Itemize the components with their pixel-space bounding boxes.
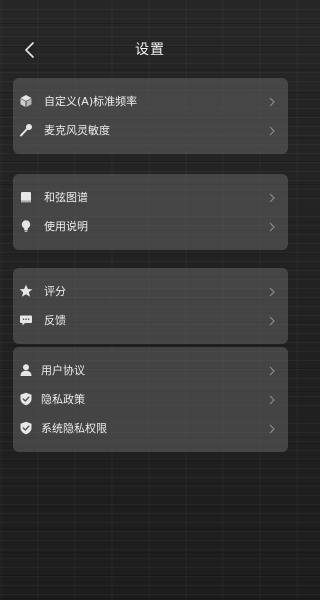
star-icon	[19, 284, 33, 298]
setting-system-privacy-permissions[interactable]: 系统隐私权限	[13, 414, 288, 443]
settings-group-help: 和弦图谱 使用说明	[13, 174, 288, 250]
setting-label: 自定义(A)标准频率	[44, 95, 138, 108]
chevron-right-icon	[268, 96, 276, 107]
setting-label: 使用说明	[44, 220, 88, 233]
chevron-right-icon	[268, 365, 276, 376]
setting-label: 用户协议	[41, 364, 85, 377]
setting-label: 麦克风灵敏度	[44, 124, 110, 137]
setting-label: 隐私政策	[41, 393, 85, 406]
settings-group-legal: 用户协议 隐私政策 系统隐私权限	[13, 347, 288, 452]
chevron-right-icon	[268, 394, 276, 405]
chat-bubble-icon	[19, 313, 33, 327]
chevron-right-icon	[268, 125, 276, 136]
chevron-right-icon	[268, 221, 276, 232]
lightbulb-icon	[19, 219, 33, 233]
book-icon	[19, 190, 33, 204]
chevron-right-icon	[268, 315, 276, 326]
setting-label: 评分	[44, 285, 66, 298]
chevron-right-icon	[268, 192, 276, 203]
chevron-right-icon	[268, 423, 276, 434]
setting-privacy-policy[interactable]: 隐私政策	[13, 385, 288, 414]
setting-feedback[interactable]: 反馈	[13, 306, 288, 335]
cube-icon	[19, 94, 33, 108]
shield-check-icon	[19, 421, 33, 435]
setting-custom-a-frequency[interactable]: 自定义(A)标准频率	[13, 87, 288, 116]
settings-group-feedback: 评分 反馈	[13, 268, 288, 344]
page-title: 设置	[135, 42, 165, 58]
setting-chord-chart[interactable]: 和弦图谱	[13, 183, 288, 212]
chevron-right-icon	[268, 286, 276, 297]
setting-label: 系统隐私权限	[41, 422, 107, 435]
setting-instructions[interactable]: 使用说明	[13, 212, 288, 241]
user-icon	[19, 363, 33, 377]
setting-rate[interactable]: 评分	[13, 277, 288, 306]
setting-mic-sensitivity[interactable]: 麦克风灵敏度	[13, 116, 288, 145]
setting-label: 反馈	[44, 314, 66, 327]
setting-user-agreement[interactable]: 用户协议	[13, 356, 288, 385]
settings-group-tuning: 自定义(A)标准频率 麦克风灵敏度	[13, 78, 288, 154]
shield-check-icon	[19, 392, 33, 406]
microphone-icon	[19, 123, 33, 137]
setting-label: 和弦图谱	[44, 191, 88, 204]
